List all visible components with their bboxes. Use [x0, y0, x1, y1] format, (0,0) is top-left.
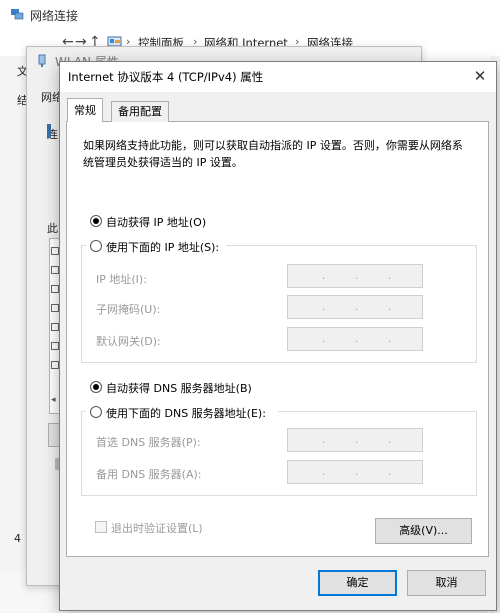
validate-on-exit-checkbox[interactable] — [95, 521, 107, 533]
alternate-dns-field[interactable]: . . . — [287, 460, 423, 484]
cancel-button[interactable]: 取消 — [407, 570, 486, 596]
octet-dot: . — [322, 334, 326, 345]
auto-dns-radio[interactable] — [90, 381, 102, 393]
subnet-mask-label: 子网掩码(U): — [96, 303, 161, 316]
preferred-dns-field[interactable]: . . . — [287, 428, 423, 452]
adapter-icon — [47, 124, 51, 138]
octet-dot: . — [388, 435, 392, 446]
manual-ip-label[interactable]: 使用下面的 IP 地址(S): — [106, 239, 219, 255]
default-gateway-field[interactable]: . . . — [287, 327, 423, 351]
item-checkbox[interactable] — [51, 266, 59, 274]
octet-dot: . — [322, 271, 326, 282]
octet-dot: . — [388, 302, 392, 313]
item-count-fragment: 4 — [14, 532, 21, 545]
ip-address-label: IP 地址(I): — [96, 273, 147, 286]
item-checkbox[interactable] — [51, 361, 59, 369]
octet-dot: . — [355, 302, 359, 313]
item-checkbox[interactable] — [51, 285, 59, 293]
octet-dot: . — [388, 334, 392, 345]
scroll-left-icon[interactable]: ◂ — [51, 395, 56, 405]
network-connections-title: 网络连接 — [30, 9, 79, 23]
tab-general[interactable]: 常规 — [67, 98, 103, 122]
subnet-mask-field[interactable]: . . . — [287, 295, 423, 319]
octet-dot: . — [355, 435, 359, 446]
validate-on-exit-label[interactable]: 退出时验证设置(L) — [111, 520, 203, 536]
alternate-dns-label: 备用 DNS 服务器(A): — [96, 468, 202, 481]
octet-dot: . — [388, 271, 392, 282]
preferred-dns-label: 首选 DNS 服务器(P): — [96, 436, 201, 449]
auto-dns-label[interactable]: 自动获得 DNS 服务器地址(B) — [106, 380, 252, 396]
octet-dot: . — [322, 302, 326, 313]
manual-ip-radio[interactable] — [90, 240, 102, 252]
auto-ip-label[interactable]: 自动获得 IP 地址(O) — [106, 214, 206, 230]
advanced-button[interactable]: 高级(V)... — [375, 518, 472, 544]
octet-dot: . — [388, 467, 392, 478]
default-gateway-label: 默认网关(D): — [96, 335, 161, 348]
item-checkbox[interactable] — [51, 304, 59, 312]
octet-dot: . — [355, 467, 359, 478]
description-text: 如果网络支持此功能，则可以获取自动指派的 IP 设置。否则，你需要从网络系统管理… — [83, 139, 463, 169]
dialog-title: Internet 协议版本 4 (TCP/IPv4) 属性 — [68, 70, 264, 84]
manual-dns-label[interactable]: 使用下面的 DNS 服务器地址(E): — [106, 405, 266, 421]
item-checkbox[interactable] — [51, 247, 59, 255]
octet-dot: . — [355, 271, 359, 282]
octet-dot: . — [355, 334, 359, 345]
network-connections-icon — [11, 9, 24, 20]
octet-dot: . — [322, 467, 326, 478]
items-label-fragment: 此 — [47, 222, 58, 235]
auto-ip-radio[interactable] — [90, 215, 102, 227]
manual-dns-radio[interactable] — [90, 406, 102, 418]
close-icon[interactable]: ✕ — [470, 66, 490, 86]
ip-address-field[interactable]: . . . — [287, 264, 423, 288]
item-checkbox[interactable] — [51, 323, 59, 331]
ok-button[interactable]: 确定 — [318, 570, 397, 596]
item-checkbox[interactable] — [51, 342, 59, 350]
wlan-adapter-icon — [38, 54, 46, 67]
octet-dot: . — [322, 435, 326, 446]
tab-alternate-configuration[interactable]: 备用配置 — [111, 101, 169, 122]
